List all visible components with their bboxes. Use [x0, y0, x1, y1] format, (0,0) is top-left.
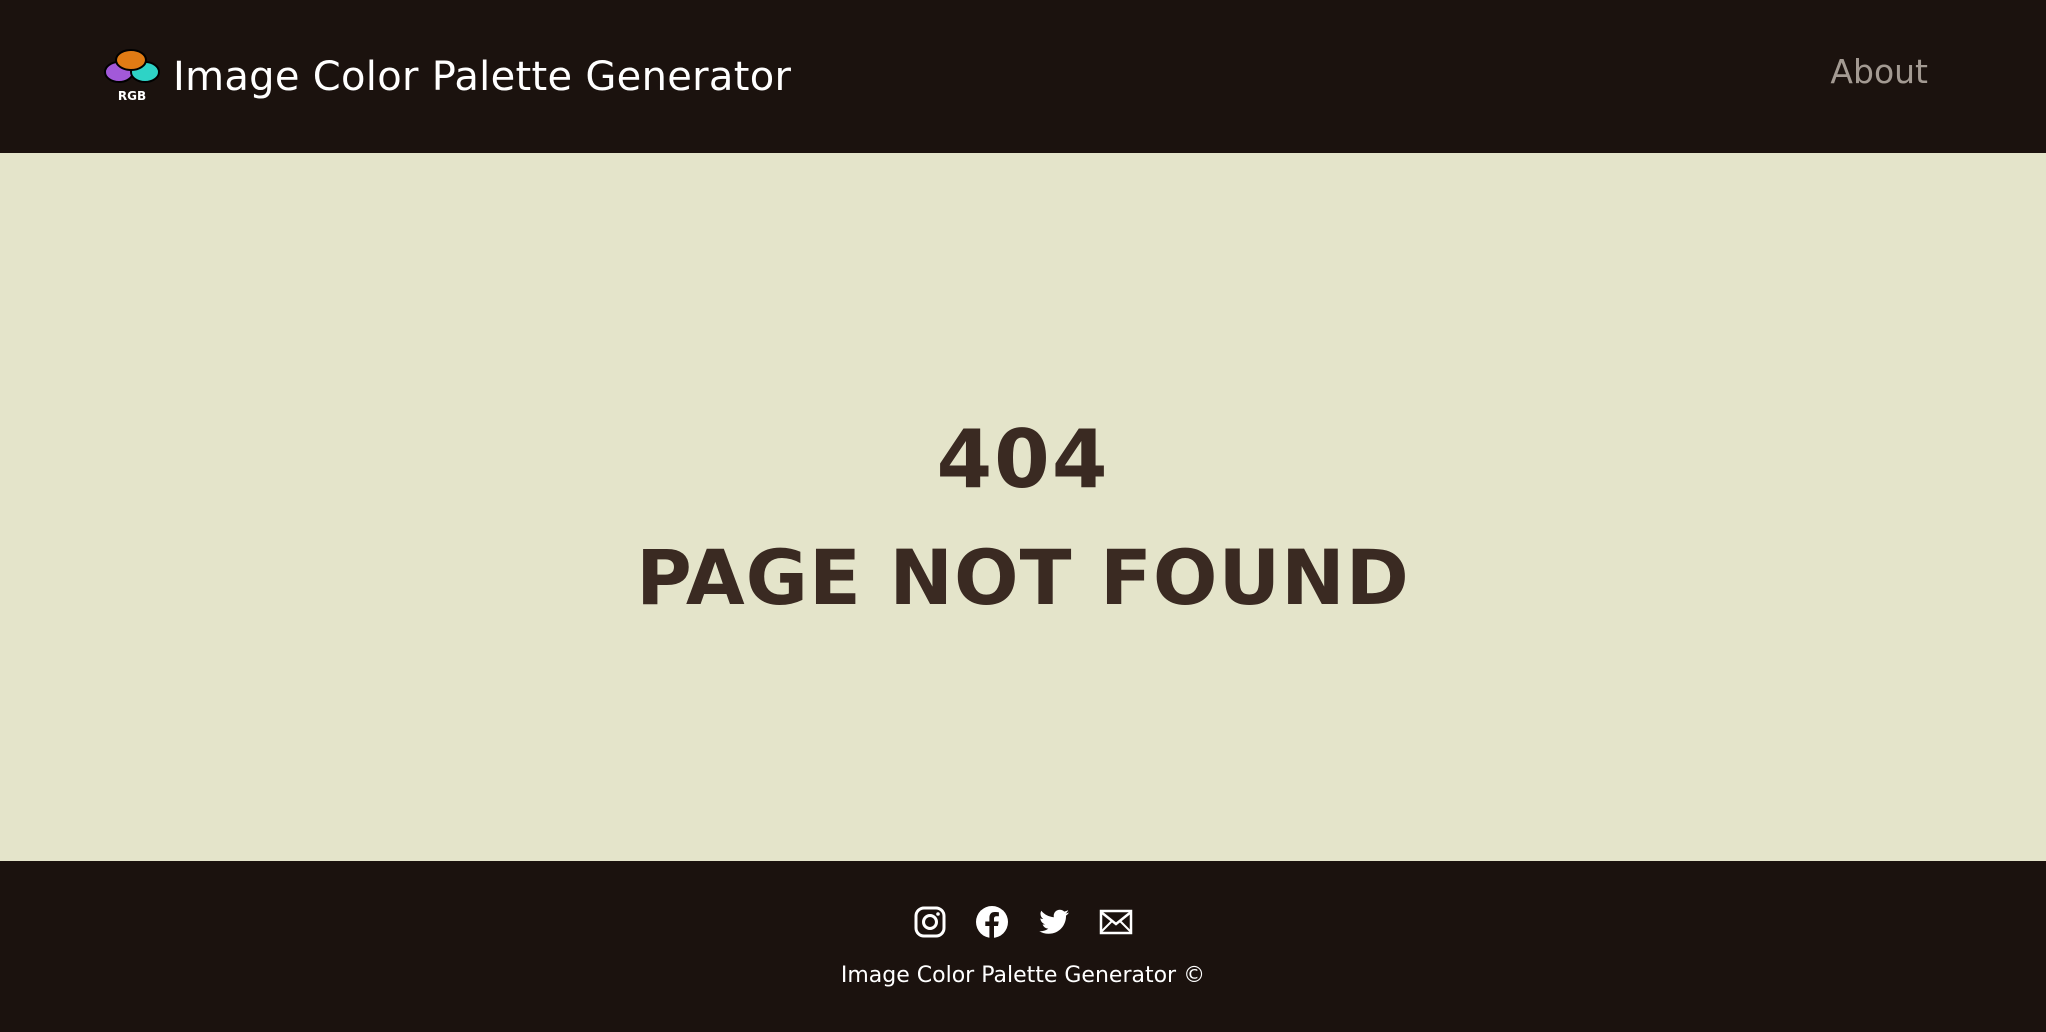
nav-about-link[interactable]: About — [1830, 52, 1928, 91]
logo-text: RGB — [118, 89, 146, 103]
instagram-icon — [914, 906, 946, 938]
brand-home-link[interactable]: RGB Image Color Palette Generator — [103, 48, 791, 106]
email-link[interactable] — [1099, 905, 1133, 939]
site-footer: Image Color Palette Generator © — [0, 861, 2046, 1032]
not-found-section: 404 PAGE NOT FOUND — [0, 153, 2046, 861]
social-links — [0, 905, 2046, 939]
facebook-link[interactable] — [975, 905, 1009, 939]
instagram-link[interactable] — [913, 905, 947, 939]
rgb-logo-icon: RGB — [104, 49, 160, 103]
site-header: RGB Image Color Palette Generator About — [0, 0, 2046, 153]
twitter-link[interactable] — [1037, 905, 1071, 939]
site-title: Image Color Palette Generator — [173, 54, 792, 100]
twitter-icon — [1039, 909, 1069, 934]
mail-icon — [1099, 909, 1133, 935]
copyright-text: Image Color Palette Generator © — [840, 963, 1206, 988]
facebook-icon — [976, 906, 1008, 938]
error-code: 404 — [936, 413, 1110, 506]
error-message: PAGE NOT FOUND — [636, 533, 1410, 622]
